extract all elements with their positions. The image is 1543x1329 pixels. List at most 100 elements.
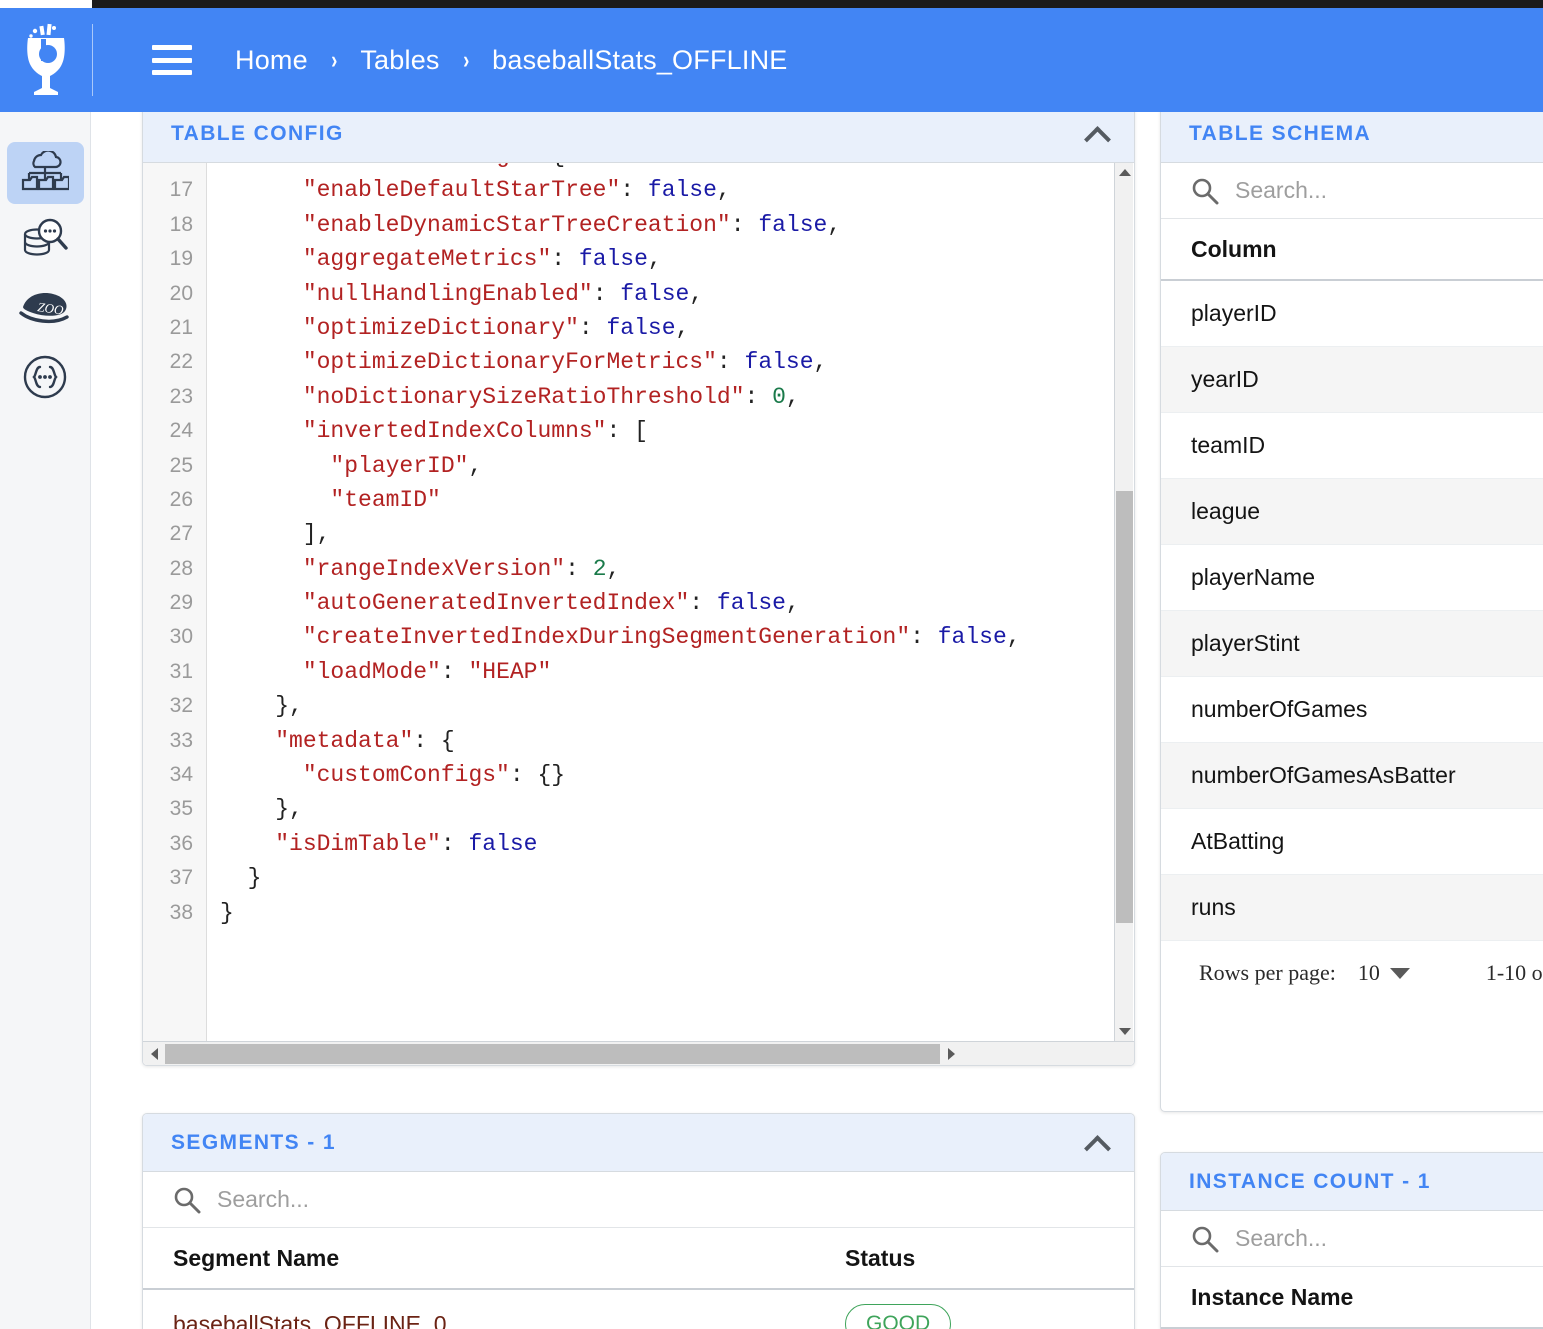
table-schema-search-row[interactable]: Search... xyxy=(1161,163,1543,219)
sidebar-item-cluster-manager[interactable] xyxy=(7,142,84,204)
segments-search-row[interactable]: Search... xyxy=(143,1172,1134,1228)
code-line-number: 30 xyxy=(143,620,207,654)
swagger-rest-api-icon xyxy=(22,354,68,400)
code-line-text: "invertedIndexColumns": [ xyxy=(207,414,648,448)
code-line-text: "aggregateMetrics": false, xyxy=(207,242,662,276)
table-config-header[interactable]: TABLE CONFIG xyxy=(143,112,1134,163)
table-row[interactable]: playerName xyxy=(1161,545,1543,611)
sidebar-nav: ZOO xyxy=(0,112,91,1329)
code-line-text: "noDictionarySizeRatioThreshold": 0, xyxy=(207,380,800,414)
caret-down-icon[interactable] xyxy=(1390,968,1410,979)
rows-per-page-value[interactable]: 10 xyxy=(1358,960,1380,986)
chevron-right-icon: › xyxy=(463,46,469,75)
chevron-up-icon[interactable] xyxy=(1084,121,1110,147)
code-line: 34 "customConfigs": {} xyxy=(143,758,1115,792)
table-row[interactable]: runs xyxy=(1161,875,1543,941)
sidebar-item-query-console[interactable] xyxy=(7,210,84,272)
code-line: 17 "enableDefaultStarTree": false, xyxy=(143,173,1115,207)
table-row[interactable]: playerStint xyxy=(1161,611,1543,677)
schema-column-name: numberOfGames xyxy=(1191,696,1367,723)
scroll-left-arrow-icon[interactable] xyxy=(143,1042,165,1066)
segments-search-input[interactable]: Search... xyxy=(217,1186,309,1213)
code-line-number: 25 xyxy=(143,449,207,483)
instance-count-search-row[interactable]: Search... xyxy=(1161,1211,1543,1267)
schema-column-name: numberOfGamesAsBatter xyxy=(1191,762,1456,789)
code-line-number: 32 xyxy=(143,689,207,723)
schema-column-name: playerStint xyxy=(1191,630,1300,657)
table-row[interactable]: AtBatting xyxy=(1161,809,1543,875)
code-line: 21 "optimizeDictionary": false, xyxy=(143,311,1115,345)
table-row[interactable]: league xyxy=(1161,479,1543,545)
code-line-number: 22 xyxy=(143,345,207,379)
table-schema-table-header: Column xyxy=(1161,219,1543,281)
segment-name-cell: baseballStats_OFFLINE_0 xyxy=(173,1311,845,1329)
instance-col-name: Instance Name xyxy=(1191,1284,1353,1311)
code-line: 16 "tableIndexConfig": { xyxy=(143,163,1115,173)
table-config-title: TABLE CONFIG xyxy=(171,122,344,146)
table-row[interactable]: playerID xyxy=(1161,281,1543,347)
table-row[interactable]: numberOfGames xyxy=(1161,677,1543,743)
segments-header[interactable]: SEGMENTS - 1 xyxy=(143,1114,1134,1172)
code-line-text: }, xyxy=(207,792,303,826)
breadcrumb-item-home[interactable]: Home xyxy=(235,45,308,76)
code-line-text: "enableDefaultStarTree": false, xyxy=(207,173,731,207)
code-line: 20 "nullHandlingEnabled": false, xyxy=(143,277,1115,311)
table-row[interactable]: teamID xyxy=(1161,413,1543,479)
instance-count-header[interactable]: INSTANCE COUNT - 1 xyxy=(1161,1153,1543,1211)
code-line-text: "createInvertedIndexDuringSegmentGenerat… xyxy=(207,620,1021,654)
code-line: 35 }, xyxy=(143,792,1115,826)
scroll-right-arrow-icon[interactable] xyxy=(940,1042,962,1066)
code-line: 32 }, xyxy=(143,689,1115,723)
table-schema-search-input[interactable]: Search... xyxy=(1235,177,1327,204)
code-line-text: "enableDynamicStarTreeCreation": false, xyxy=(207,208,841,242)
schema-column-name: AtBatting xyxy=(1191,828,1284,855)
sidebar-item-swagger-rest-api[interactable] xyxy=(7,346,84,408)
hamburger-menu-icon[interactable] xyxy=(152,45,192,75)
sidebar-item-zookeeper-browser[interactable]: ZOO xyxy=(7,278,84,340)
segment-name-link[interactable]: baseballStats_OFFLINE_0 xyxy=(173,1311,447,1329)
instance-count-search-input[interactable]: Search... xyxy=(1235,1225,1327,1252)
code-line-number: 33 xyxy=(143,724,207,758)
schema-column-name: teamID xyxy=(1191,432,1265,459)
schema-column-name: league xyxy=(1191,498,1260,525)
breadcrumb-item-tables[interactable]: Tables xyxy=(360,45,439,76)
breadcrumb-item-current: baseballStats_OFFLINE xyxy=(492,45,787,76)
code-vertical-scrollbar[interactable] xyxy=(1114,163,1133,1041)
instance-count-title: INSTANCE COUNT - 1 xyxy=(1189,1170,1431,1194)
code-line-number: 38 xyxy=(143,896,207,930)
horizontal-scroll-thumb[interactable] xyxy=(165,1044,940,1064)
chevron-right-icon: › xyxy=(331,46,337,75)
code-line: 30 "createInvertedIndexDuringSegmentGene… xyxy=(143,620,1115,654)
scroll-up-arrow-icon[interactable] xyxy=(1115,163,1134,182)
zookeeper-browser-icon: ZOO xyxy=(19,291,71,327)
code-line-text: "loadMode": "HEAP" xyxy=(207,655,551,689)
code-line: 29 "autoGeneratedInvertedIndex": false, xyxy=(143,586,1115,620)
code-line-number: 23 xyxy=(143,380,207,414)
app-header: Home › Tables › baseballStats_OFFLINE xyxy=(0,8,1543,112)
code-line-number: 29 xyxy=(143,586,207,620)
table-schema-header[interactable]: TABLE SCHEMA xyxy=(1161,112,1543,163)
window-top-strip xyxy=(0,0,1543,8)
code-line-text: "playerID", xyxy=(207,449,482,483)
code-line-text: }, xyxy=(207,689,303,723)
table-row[interactable]: numberOfGamesAsBatter xyxy=(1161,743,1543,809)
code-line-text: "optimizeDictionary": false, xyxy=(207,311,689,345)
chevron-up-icon[interactable] xyxy=(1084,1130,1110,1156)
code-line-text: "customConfigs": {} xyxy=(207,758,565,792)
status-badge: GOOD xyxy=(845,1304,951,1329)
code-line-text: "rangeIndexVersion": 2, xyxy=(207,552,620,586)
table-row[interactable]: yearID xyxy=(1161,347,1543,413)
app-logo[interactable] xyxy=(0,8,92,112)
table-row[interactable]: baseballStats_OFFLINE_0 GOOD xyxy=(143,1290,1134,1329)
instance-count-table-header: Instance Name xyxy=(1161,1267,1543,1329)
code-line: 22 "optimizeDictionaryForMetrics": false… xyxy=(143,345,1115,379)
vertical-scroll-thumb[interactable] xyxy=(1116,491,1133,923)
code-line: 37 } xyxy=(143,861,1115,895)
table-config-code-editor[interactable]: 16 "tableIndexConfig": {17 "enableDefaul… xyxy=(143,163,1134,1065)
header-divider xyxy=(92,24,93,96)
code-line: 38} xyxy=(143,896,1115,930)
scroll-down-arrow-icon[interactable] xyxy=(1115,1022,1134,1041)
code-horizontal-scrollbar[interactable] xyxy=(143,1041,1134,1065)
code-line-number: 27 xyxy=(143,517,207,551)
code-line-number: 19 xyxy=(143,242,207,276)
